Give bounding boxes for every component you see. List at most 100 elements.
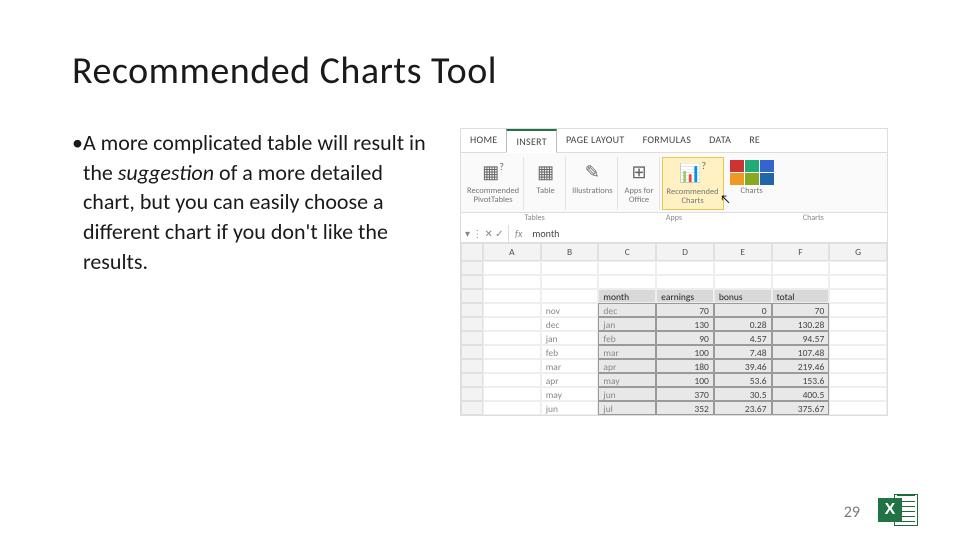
- cell[interactable]: [483, 317, 541, 331]
- sel-cell[interactable]: 94.57: [772, 331, 830, 345]
- col-header[interactable]: G: [829, 243, 887, 261]
- cell[interactable]: [598, 261, 656, 275]
- sel-cell[interactable]: mar: [598, 345, 656, 359]
- row-header[interactable]: [461, 387, 483, 401]
- cell[interactable]: [772, 275, 830, 289]
- sel-cell[interactable]: 39.46: [714, 359, 772, 373]
- cell[interactable]: may: [541, 387, 599, 401]
- cell[interactable]: [829, 401, 887, 415]
- cell[interactable]: [714, 275, 772, 289]
- cell[interactable]: [772, 261, 830, 275]
- sel-cell[interactable]: 400.5: [772, 387, 830, 401]
- cell[interactable]: mar: [541, 359, 599, 373]
- sel-header-cell[interactable]: month: [598, 289, 656, 303]
- ribbon-recommended-pivottables[interactable]: ▦? Recommended PivotTables: [463, 157, 524, 210]
- ribbon-illustrations[interactable]: ✎ Illustrations: [568, 157, 617, 210]
- sel-cell[interactable]: 130.28: [772, 317, 830, 331]
- sel-cell[interactable]: feb: [598, 331, 656, 345]
- cell[interactable]: [829, 275, 887, 289]
- sel-cell[interactable]: dec: [598, 303, 656, 317]
- sel-cell[interactable]: 53.6: [714, 373, 772, 387]
- cell[interactable]: [483, 359, 541, 373]
- name-box[interactable]: ▾ ⋮ ✕ ✓: [461, 225, 509, 242]
- select-all-corner[interactable]: [461, 243, 483, 261]
- col-header[interactable]: A: [483, 243, 541, 261]
- cell[interactable]: [829, 261, 887, 275]
- sel-cell[interactable]: 180: [656, 359, 714, 373]
- col-header[interactable]: D: [656, 243, 714, 261]
- cell[interactable]: [829, 317, 887, 331]
- cell[interactable]: [829, 331, 887, 345]
- cell[interactable]: nov: [541, 303, 599, 317]
- formula-value[interactable]: month: [528, 225, 563, 242]
- row-header[interactable]: [461, 317, 483, 331]
- sel-cell[interactable]: 0.28: [714, 317, 772, 331]
- cell[interactable]: [483, 373, 541, 387]
- sel-cell[interactable]: 4.57: [714, 331, 772, 345]
- sel-cell[interactable]: 100: [656, 373, 714, 387]
- cell[interactable]: [598, 275, 656, 289]
- ribbon-recommended-charts[interactable]: 📊? Recommended Charts ↖: [662, 157, 724, 210]
- sel-cell[interactable]: 7.48: [714, 345, 772, 359]
- cell[interactable]: [483, 331, 541, 345]
- row-header[interactable]: [461, 331, 483, 345]
- ribbon-tab-data[interactable]: DATA: [700, 129, 740, 152]
- row-header[interactable]: [461, 303, 483, 317]
- sel-header-cell[interactable]: earnings: [656, 289, 714, 303]
- sel-header-cell[interactable]: bonus: [714, 289, 772, 303]
- sel-cell[interactable]: 352: [656, 401, 714, 415]
- cell[interactable]: [829, 387, 887, 401]
- ribbon-tab-formulas[interactable]: FORMULAS: [634, 129, 701, 152]
- cell[interactable]: [829, 373, 887, 387]
- cell[interactable]: [656, 261, 714, 275]
- row-header[interactable]: [461, 289, 483, 303]
- cell[interactable]: [483, 303, 541, 317]
- col-header[interactable]: B: [541, 243, 599, 261]
- cell[interactable]: apr: [541, 373, 599, 387]
- sel-cell[interactable]: 0: [714, 303, 772, 317]
- sel-cell[interactable]: 107.48: [772, 345, 830, 359]
- sel-cell[interactable]: 153.6: [772, 373, 830, 387]
- sel-cell[interactable]: apr: [598, 359, 656, 373]
- col-header[interactable]: E: [714, 243, 772, 261]
- cell[interactable]: [483, 261, 541, 275]
- ribbon-tab-page-layout[interactable]: PAGE LAYOUT: [557, 129, 634, 152]
- sel-cell[interactable]: 100: [656, 345, 714, 359]
- cell[interactable]: [541, 275, 599, 289]
- sel-cell[interactable]: jun: [598, 387, 656, 401]
- cell[interactable]: [483, 345, 541, 359]
- sel-cell[interactable]: 130: [656, 317, 714, 331]
- sel-cell[interactable]: 375.67: [772, 401, 830, 415]
- cell[interactable]: [829, 289, 887, 303]
- sel-cell[interactable]: jan: [598, 317, 656, 331]
- cell[interactable]: [656, 275, 714, 289]
- worksheet-grid[interactable]: ABCDEFGmonthearningsbonustotalnovdec7007…: [461, 243, 887, 415]
- row-header[interactable]: [461, 345, 483, 359]
- cell[interactable]: [829, 345, 887, 359]
- sel-cell[interactable]: jul: [598, 401, 656, 415]
- cell[interactable]: [483, 289, 541, 303]
- ribbon-tab-re[interactable]: RE: [740, 129, 769, 152]
- ribbon-charts-gallery[interactable]: Charts: [726, 157, 778, 210]
- cell[interactable]: [483, 275, 541, 289]
- cell[interactable]: [483, 401, 541, 415]
- cell[interactable]: [541, 261, 599, 275]
- sel-cell[interactable]: 23.67: [714, 401, 772, 415]
- ribbon-table[interactable]: ▦ Table: [526, 157, 566, 210]
- sel-cell[interactable]: may: [598, 373, 656, 387]
- ribbon-apps-for-office[interactable]: ⊞ Apps for Office: [620, 157, 660, 210]
- formula-bar[interactable]: ▾ ⋮ ✕ ✓ fx month: [461, 225, 887, 243]
- cell[interactable]: [829, 303, 887, 317]
- sel-cell[interactable]: 30.5: [714, 387, 772, 401]
- row-header[interactable]: [461, 359, 483, 373]
- cell[interactable]: jun: [541, 401, 599, 415]
- sel-cell[interactable]: 70: [656, 303, 714, 317]
- col-header[interactable]: F: [772, 243, 830, 261]
- row-header[interactable]: [461, 261, 483, 275]
- cell[interactable]: [483, 387, 541, 401]
- cell[interactable]: [541, 289, 599, 303]
- sel-cell[interactable]: 370: [656, 387, 714, 401]
- row-header[interactable]: [461, 275, 483, 289]
- ribbon-tab-insert[interactable]: INSERT: [506, 129, 556, 153]
- cell[interactable]: [714, 261, 772, 275]
